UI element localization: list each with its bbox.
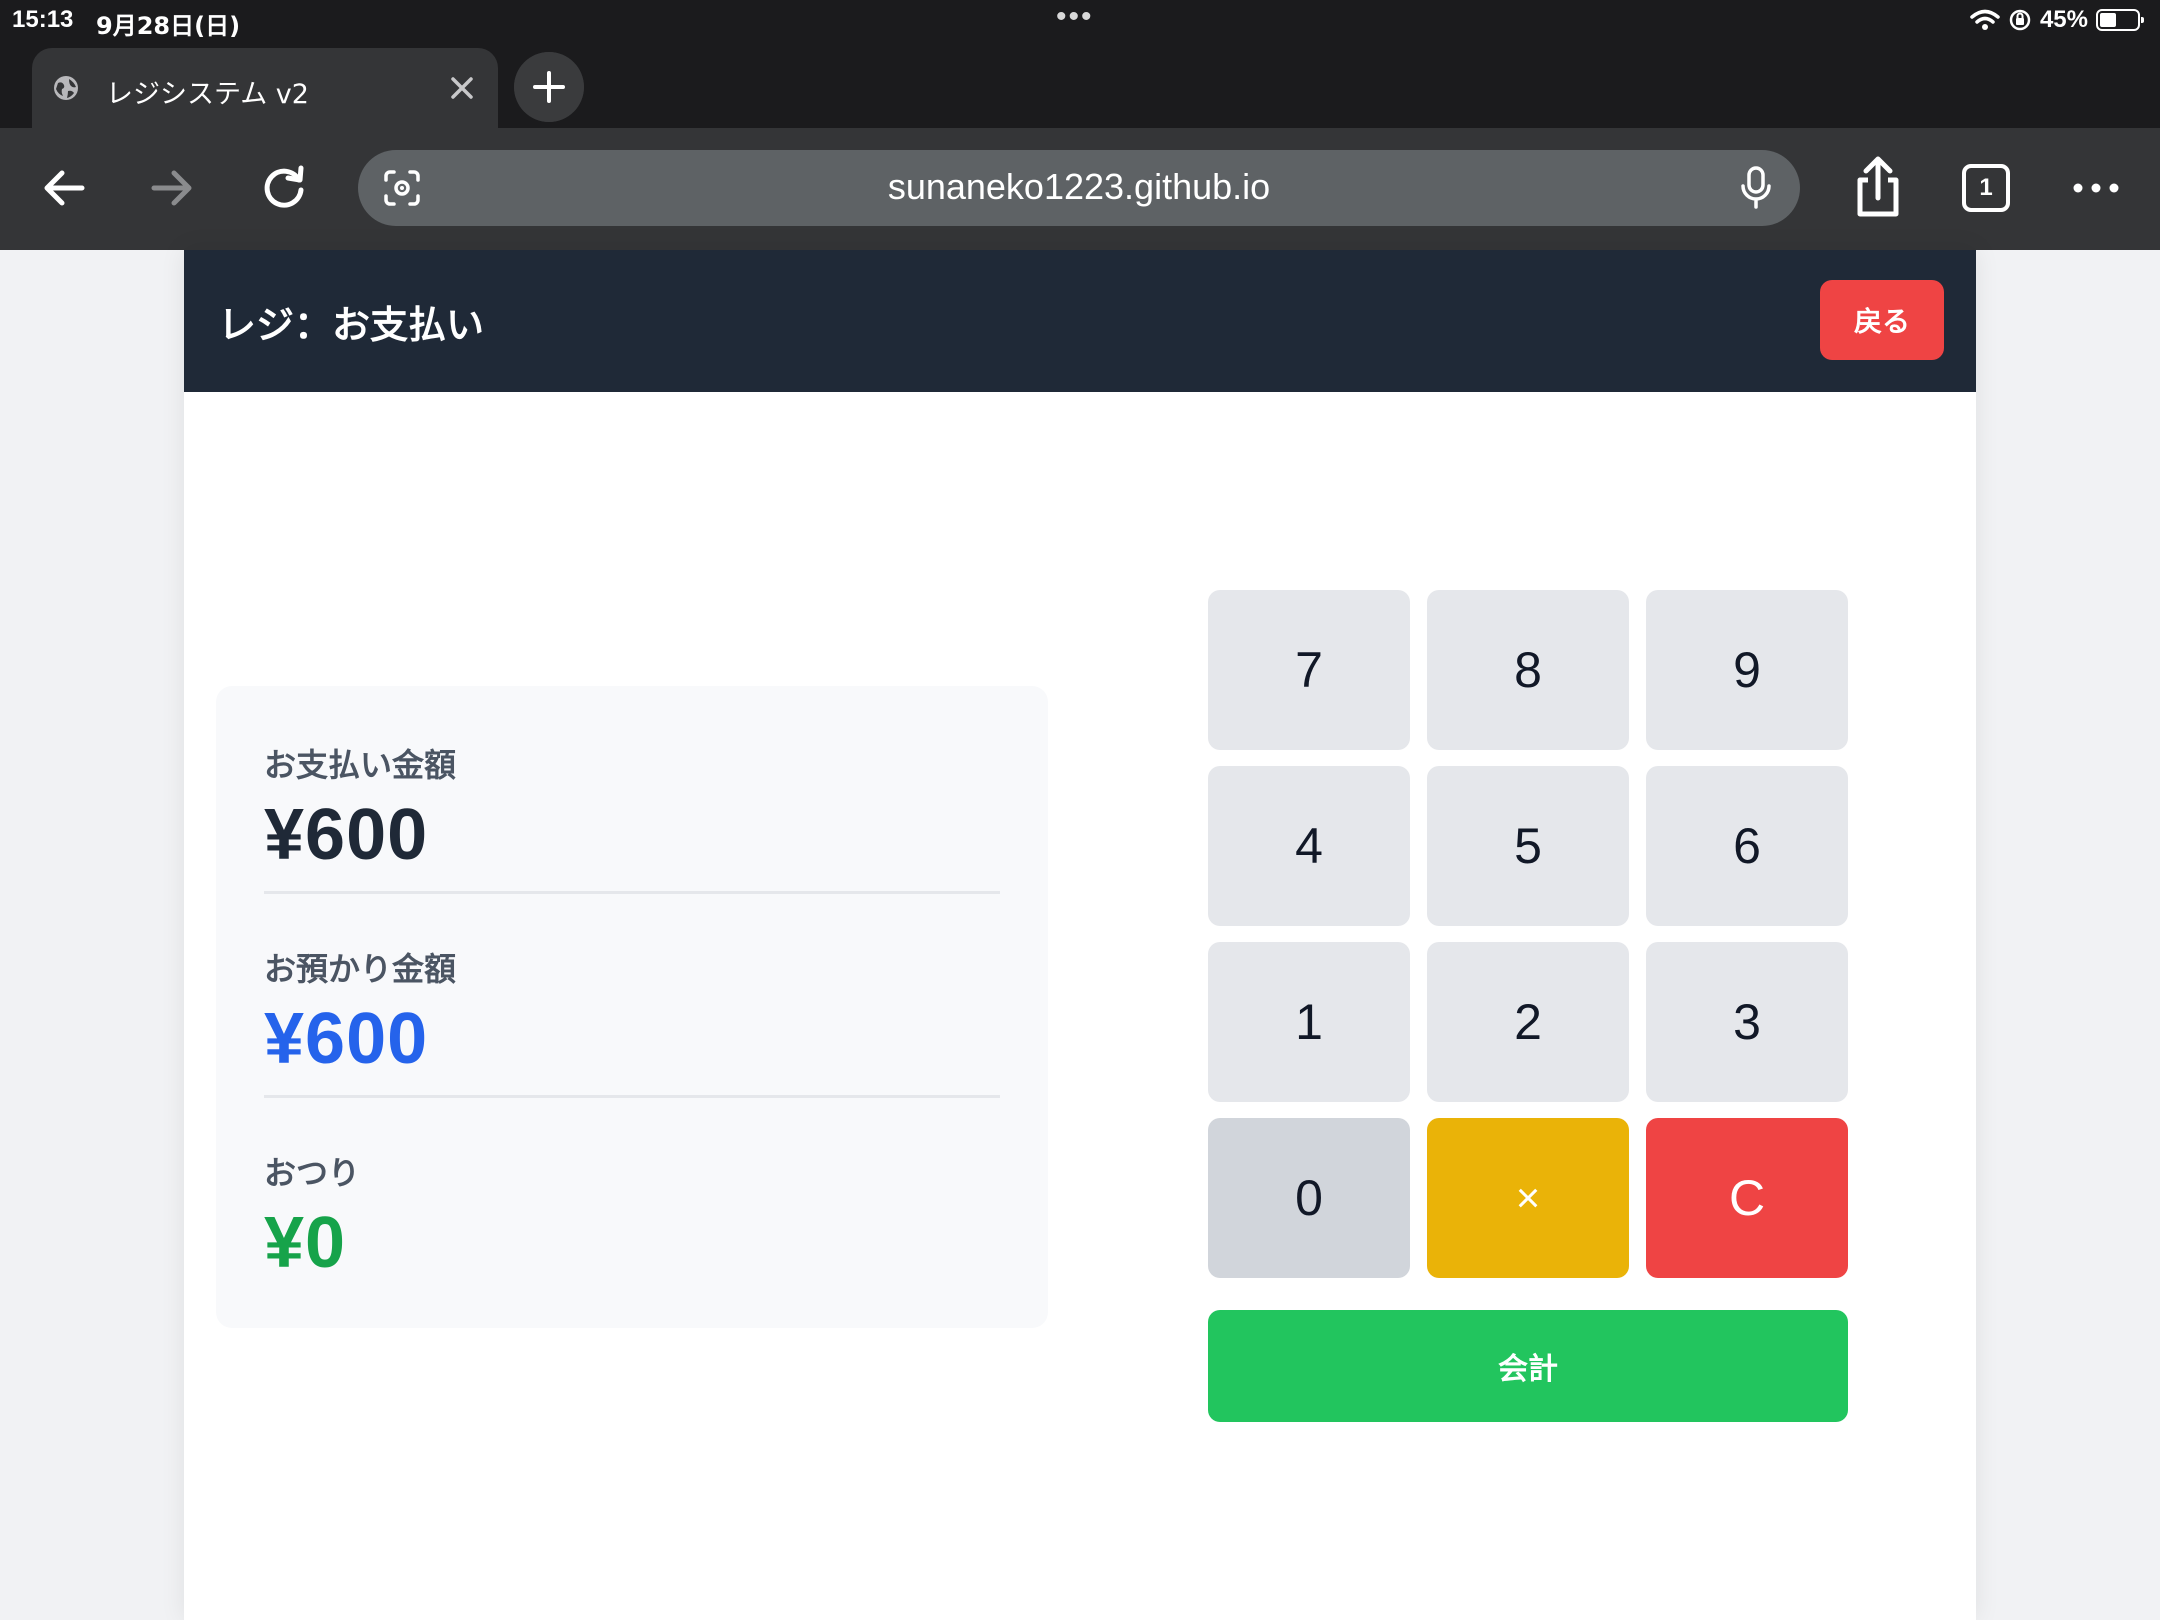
browser-toolbar: sunaneko1223.github.io 1: [0, 128, 2160, 250]
more-icon[interactable]: [2066, 158, 2126, 218]
back-button[interactable]: 戻る: [1820, 280, 1944, 360]
received-row: お預かり金額 ¥600: [264, 944, 1000, 1098]
change-amount: ¥0: [264, 1203, 347, 1283]
share-icon[interactable]: [1846, 154, 1910, 222]
battery-percent: 45%: [2039, 6, 2088, 33]
tab-strip: レジシステム v2: [0, 40, 2160, 128]
clear-button[interactable]: C: [1646, 1118, 1848, 1278]
globe-icon: [54, 76, 78, 100]
battery-icon: [2096, 9, 2144, 31]
key-3[interactable]: 3: [1646, 942, 1848, 1102]
key-0[interactable]: 0: [1208, 1118, 1410, 1278]
key-6[interactable]: 6: [1646, 766, 1848, 926]
status-time: 15:13: [12, 6, 74, 33]
reload-icon[interactable]: [254, 158, 314, 218]
multitasking-dots-icon[interactable]: •••: [1056, 0, 1094, 34]
arrow-right-icon[interactable]: [142, 158, 202, 218]
app-header: レジ：お支払い 戻る: [184, 250, 1976, 392]
close-icon[interactable]: [444, 70, 480, 106]
tab-count: 1: [1979, 174, 1993, 201]
orientation-lock-icon: [2009, 9, 2031, 31]
microphone-icon[interactable]: [1734, 164, 1778, 212]
key-7[interactable]: 7: [1208, 590, 1410, 750]
received-label: お預かり金額: [264, 950, 457, 988]
plus-icon[interactable]: [514, 52, 584, 122]
change-row: おつり ¥0: [264, 1148, 1000, 1283]
payment-row: お支払い金額 ¥600: [264, 740, 1000, 894]
key-2[interactable]: 2: [1427, 942, 1629, 1102]
key-1[interactable]: 1: [1208, 942, 1410, 1102]
page-container: レジ：お支払い 戻る お支払い金額 ¥600 お預かり金額 ¥600 おつり ¥…: [184, 250, 1976, 1620]
address-bar[interactable]: sunaneko1223.github.io: [358, 150, 1800, 226]
status-bar: 15:13 9月28日(日) ••• 45%: [0, 0, 2160, 40]
key-8[interactable]: 8: [1427, 590, 1629, 750]
tab-title: レジシステム v2: [106, 79, 309, 110]
arrow-left-icon[interactable]: [34, 158, 94, 218]
payment-amount: ¥600: [264, 795, 429, 875]
wifi-icon: [1970, 9, 2000, 30]
key-9[interactable]: 9: [1646, 590, 1848, 750]
browser-tab[interactable]: レジシステム v2: [32, 48, 498, 128]
received-amount: ¥600: [264, 999, 429, 1079]
url-text: sunaneko1223.github.io: [887, 166, 1271, 207]
status-date: 9月28日(日): [96, 12, 241, 40]
status-indicators: 45%: [1970, 4, 2144, 36]
change-label: おつり: [264, 1154, 361, 1192]
tab-count-icon[interactable]: 1: [1962, 164, 2010, 212]
payment-label: お支払い金額: [264, 746, 457, 784]
page-title: レジ：お支払い: [218, 303, 485, 347]
key-4[interactable]: 4: [1208, 766, 1410, 926]
payment-summary: お支払い金額 ¥600 お預かり金額 ¥600 おつり ¥0: [216, 686, 1048, 1328]
multiply-button[interactable]: ×: [1427, 1118, 1629, 1278]
key-5[interactable]: 5: [1427, 766, 1629, 926]
checkout-button[interactable]: 会計: [1208, 1310, 1848, 1422]
